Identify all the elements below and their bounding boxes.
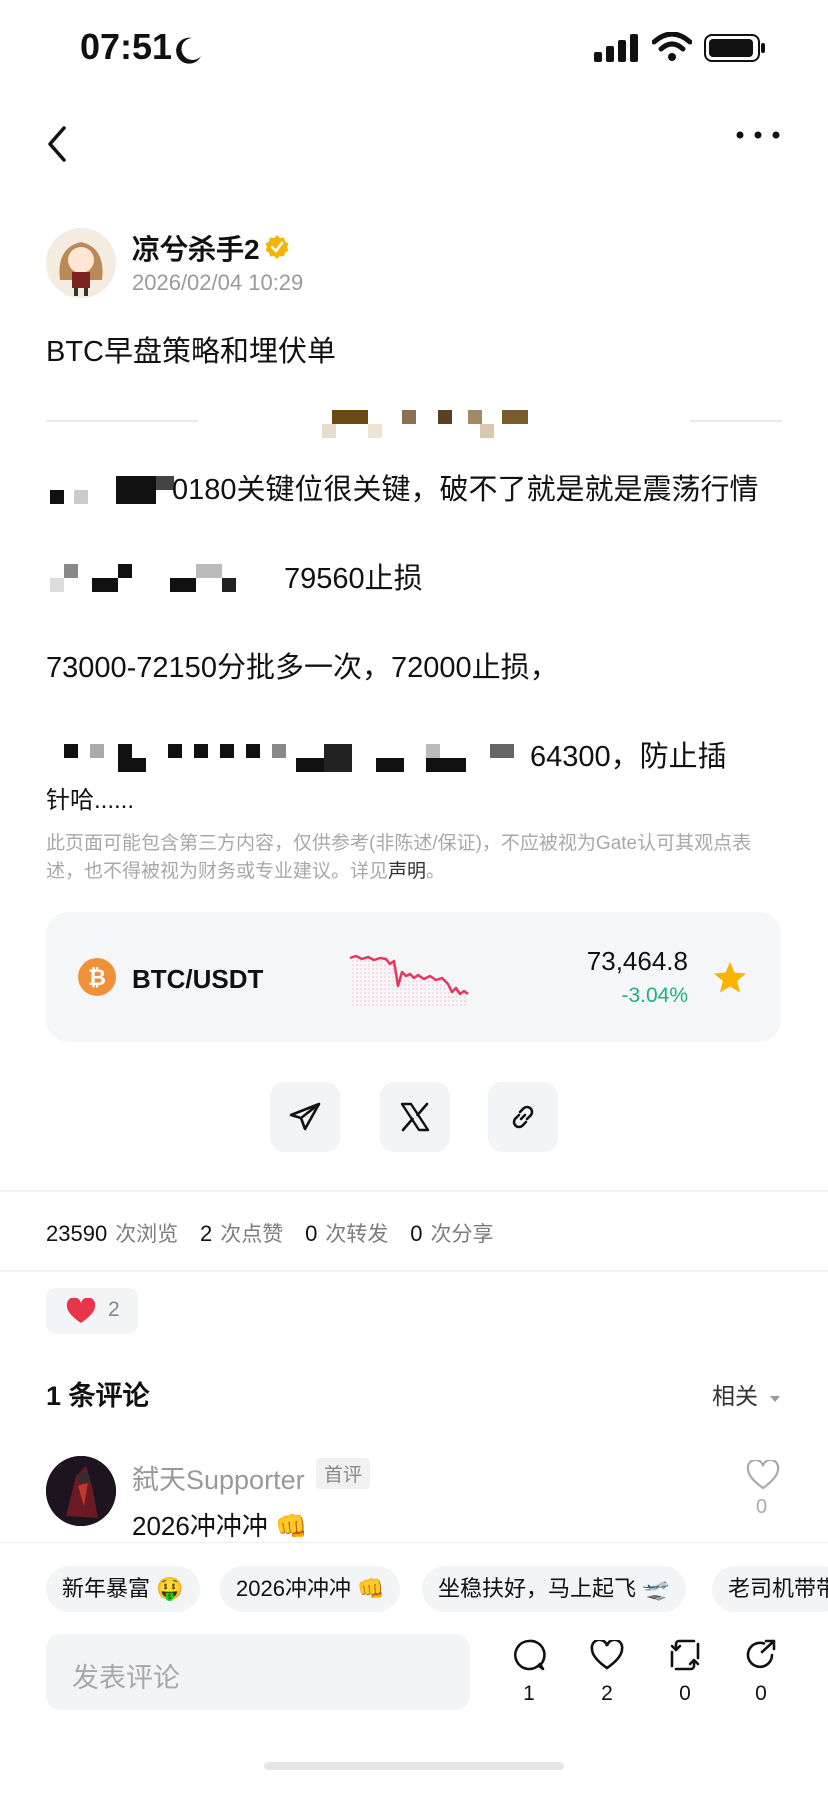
signal-icon <box>594 34 638 62</box>
share-icon[interactable] <box>744 1638 778 1672</box>
censored-block <box>46 472 176 504</box>
share-count: 0 <box>755 1682 767 1705</box>
home-indicator <box>264 1762 564 1770</box>
comment-icon[interactable] <box>512 1638 546 1672</box>
svg-text:₿: ₿ <box>88 966 106 991</box>
disclaimer: 此页面可能包含第三方内容，仅供参考(非陈述/保证)，不应被视为Gate认可其观点… <box>46 830 776 886</box>
post-line-1: 0180关键位很关键，破不了就是就是震荡行情 <box>172 474 759 506</box>
quick-reply-chip[interactable]: 2026冲冲冲 👊 <box>220 1566 401 1612</box>
repost-icon[interactable] <box>668 1638 702 1672</box>
censored-block <box>50 564 250 594</box>
verified-badge-icon <box>265 235 289 259</box>
send-icon <box>289 1102 321 1131</box>
sort-dropdown[interactable]: 相关 <box>712 1377 782 1411</box>
censored-block <box>60 744 530 774</box>
reposts-count: 0 <box>305 1221 318 1246</box>
link-icon <box>512 1105 534 1129</box>
shares-label: 次分享 <box>430 1223 494 1246</box>
comment-text: 2026冲冲冲 👊 <box>132 1511 308 1541</box>
post-line-2: 79560止损 <box>284 563 423 595</box>
share-telegram-button[interactable] <box>270 1082 340 1152</box>
comment-like-icon[interactable] <box>746 1460 780 1490</box>
divider <box>0 1190 828 1192</box>
copy-link-button[interactable] <box>488 1082 558 1152</box>
sort-label: 相关 <box>712 1383 758 1409</box>
comment-avatar[interactable] <box>46 1456 116 1526</box>
first-comment-badge: 首评 <box>316 1458 371 1489</box>
views-label: 次浏览 <box>115 1223 179 1246</box>
reaction-count: 2 <box>108 1298 120 1321</box>
share-x-button[interactable] <box>380 1082 450 1152</box>
comment-like-count: 0 <box>756 1496 768 1518</box>
ticker-price: 73,464.8 <box>586 946 688 976</box>
battery-icon <box>704 34 765 62</box>
author-name[interactable]: 凉兮杀手2 <box>132 228 260 268</box>
post-line-4: 64300，防止插 <box>530 741 727 773</box>
quick-reply-chip[interactable]: 坐稳扶好，马上起飞 🛫 <box>422 1566 686 1612</box>
disclaimer-link[interactable]: 声明 <box>388 861 426 882</box>
quick-reply-chip[interactable]: 老司机带带 <box>712 1566 828 1612</box>
favorite-star-icon[interactable] <box>712 960 748 996</box>
price-sparkline <box>349 954 469 1008</box>
moon-icon <box>176 37 201 64</box>
disclaimer-end: 。 <box>426 861 446 882</box>
quick-reply-chip[interactable]: 新年暴富 🤑 <box>46 1566 200 1612</box>
like-count: 2 <box>601 1682 613 1705</box>
reposts-label: 次转发 <box>325 1223 389 1246</box>
shares-count: 0 <box>410 1221 423 1246</box>
ticker-pair: BTC/USDT <box>132 964 264 994</box>
comment-count: 1 <box>523 1682 535 1705</box>
likes-label: 次点赞 <box>220 1223 284 1246</box>
bitcoin-icon: ₿ <box>78 958 116 996</box>
author-avatar[interactable] <box>46 228 116 298</box>
heart-icon <box>66 1298 96 1323</box>
more-icon[interactable] <box>734 128 782 142</box>
divider <box>0 1270 828 1272</box>
status-time: 07:51 <box>80 26 173 67</box>
divider-right <box>690 420 782 422</box>
caret-down-icon <box>770 1396 781 1402</box>
like-icon[interactable] <box>590 1640 624 1670</box>
views-count: 23590 <box>46 1221 108 1246</box>
back-icon[interactable] <box>40 124 76 164</box>
post-stats: 23590 次浏览 2 次点赞 0 次转发 0 次分享 <box>46 1218 509 1248</box>
censored-block <box>322 410 532 440</box>
ticker-change: -3.04% <box>621 984 688 1007</box>
likes-count: 2 <box>200 1221 213 1246</box>
post-date: 2026/02/04 10:29 <box>132 270 304 295</box>
post-title: BTC早盘策略和埋伏单 <box>46 336 337 368</box>
post-line-3: 73000-72150分批多一次，72000止损， <box>46 652 559 684</box>
post-line-5: 针哈...... <box>46 787 135 814</box>
comments-title: 1 条评论 <box>46 1381 150 1411</box>
divider-left <box>46 420 198 422</box>
comment-username[interactable]: 弑天Supporter <box>132 1458 305 1497</box>
wifi-icon <box>652 32 692 61</box>
x-logo-icon <box>400 1102 430 1132</box>
comment-input-placeholder: 发表评论 <box>72 1663 180 1693</box>
repost-count: 0 <box>679 1682 691 1705</box>
